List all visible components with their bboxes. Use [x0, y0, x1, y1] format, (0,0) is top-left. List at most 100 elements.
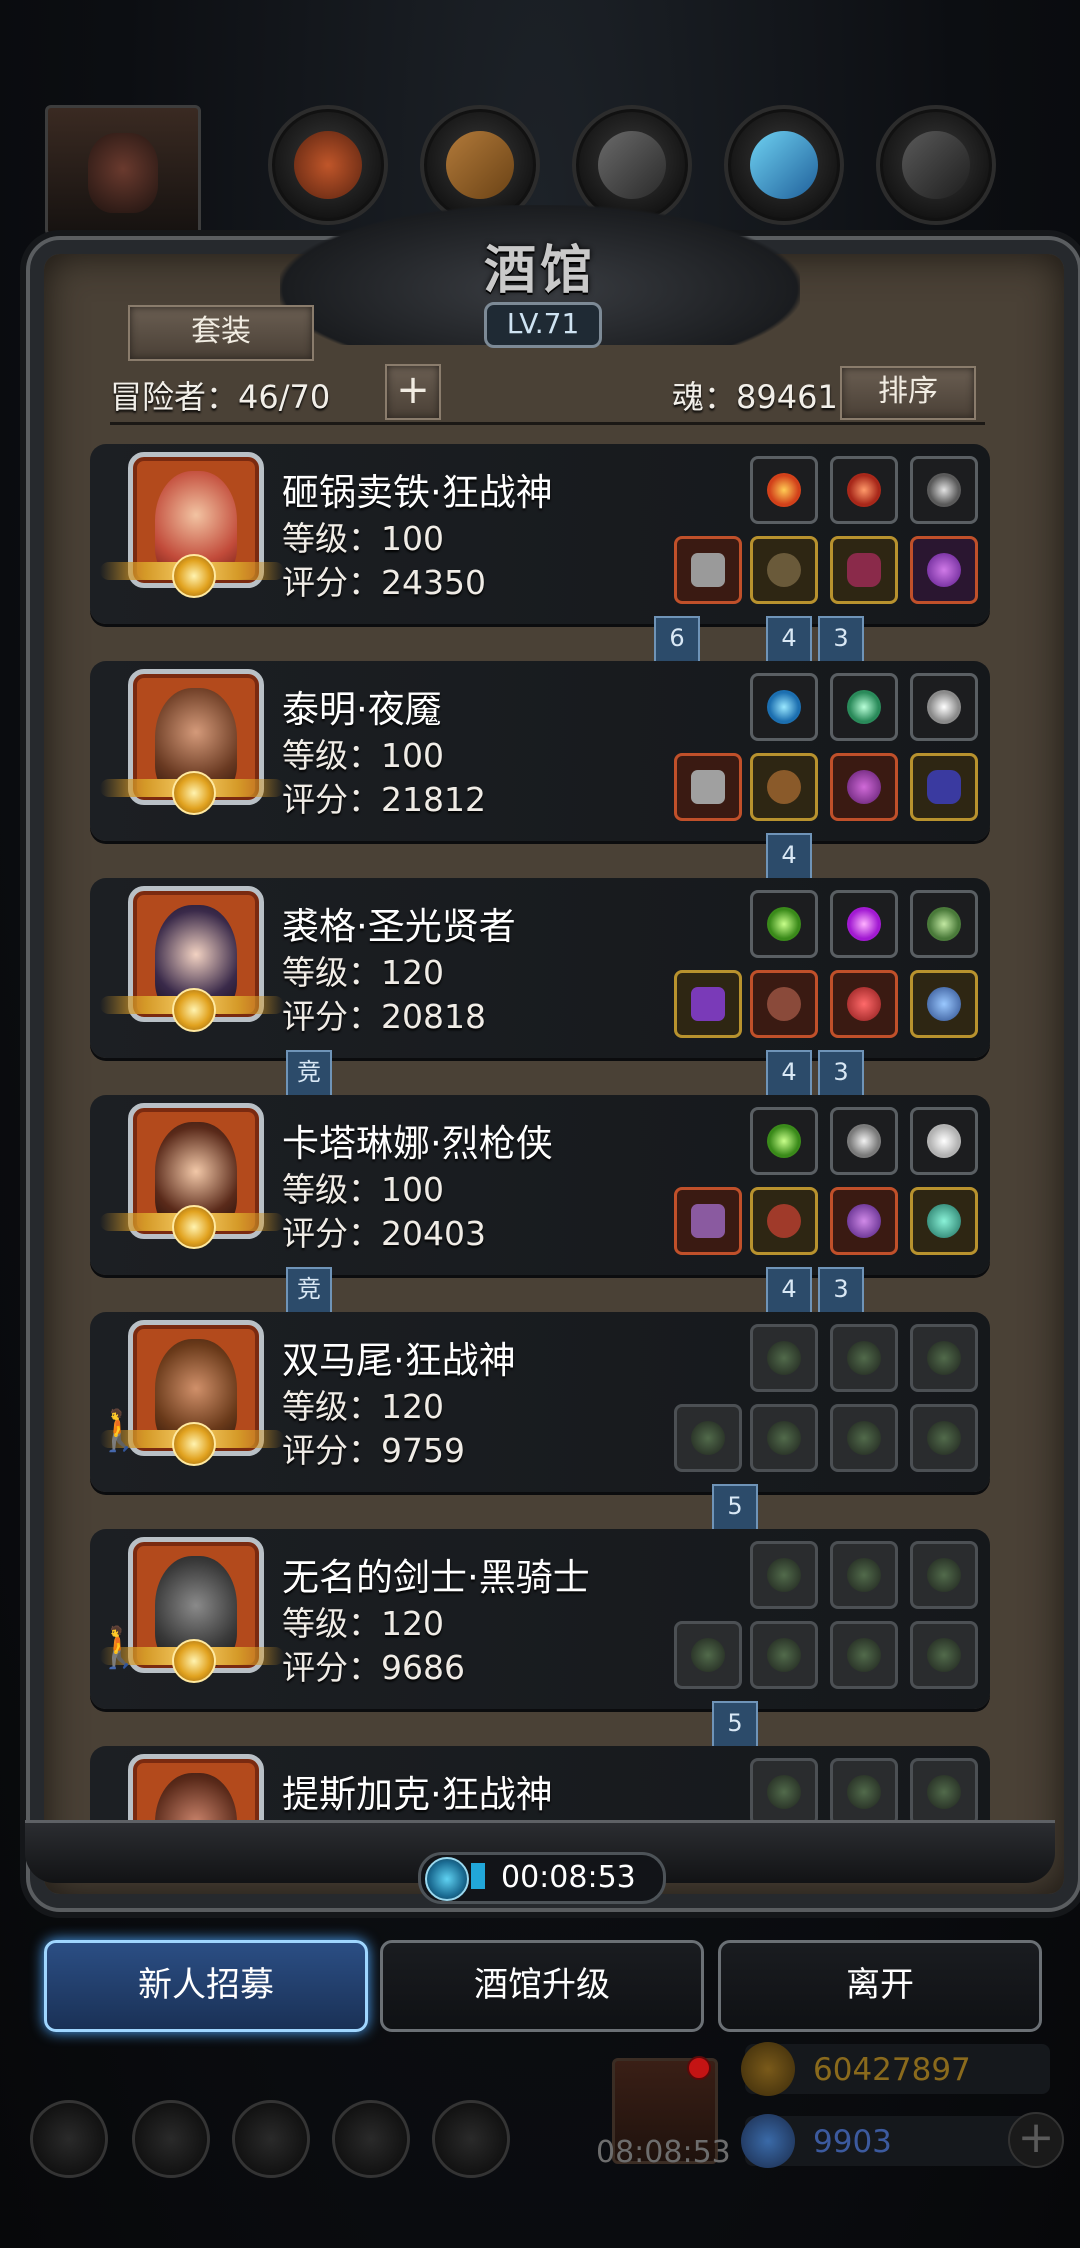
empty-rune-slot[interactable] — [830, 1541, 898, 1609]
timer-progress-bar — [471, 1863, 485, 1889]
hero-score: 评分：20818 — [282, 997, 486, 1036]
hero-rank-emblem — [172, 771, 216, 815]
equip-slot-fire-gem[interactable] — [750, 456, 818, 524]
empty-ring-slot[interactable] — [910, 1621, 978, 1689]
equip-slot-blue-gem[interactable] — [750, 673, 818, 741]
adventurer-count: 冒险者：46/70 — [110, 378, 331, 416]
hero-level: 等级：120 — [282, 1387, 444, 1426]
empty-armor-slot[interactable] — [750, 1404, 818, 1472]
hero-card[interactable]: 卡塔琳娜·烈枪侠 等级：100 评分：20403 — [90, 1095, 990, 1275]
equip-slot-lance[interactable] — [674, 1187, 742, 1255]
hero-rank-emblem — [172, 554, 216, 598]
empty-rune-slot[interactable] — [830, 1758, 898, 1825]
hero-level: 等级：100 — [282, 519, 444, 558]
equip-slot-blade[interactable] — [830, 1107, 898, 1175]
equip-slot-armor[interactable] — [750, 753, 818, 821]
equip-slot-horn[interactable] — [910, 673, 978, 741]
recruit-button[interactable]: 新人招募 — [44, 1940, 368, 2032]
empty-gem-slot[interactable] — [750, 1324, 818, 1392]
sort-button[interactable]: 排序 — [840, 366, 976, 420]
equip-slot-belt[interactable] — [910, 753, 978, 821]
hero-name: 无名的剑士·黑骑士 — [282, 1556, 590, 1599]
empty-ring-slot[interactable] — [830, 1621, 898, 1689]
hero-name: 砸锅卖铁·狂战神 — [282, 471, 553, 514]
equip-slot-helmet[interactable] — [830, 1187, 898, 1255]
hero-score: 评分：21812 — [282, 780, 486, 819]
equip-slot-red-gem[interactable] — [830, 456, 898, 524]
add-diamond-button[interactable]: + — [1008, 2112, 1064, 2168]
equip-slot-belt[interactable] — [830, 536, 898, 604]
equip-slot-potion[interactable] — [830, 970, 898, 1038]
achievement-icon[interactable] — [132, 2100, 210, 2178]
settings-icon[interactable] — [30, 2100, 108, 2178]
add-slot-button[interactable]: + — [385, 364, 441, 420]
upgrade-tavern-button[interactable]: 酒馆升级 — [380, 1940, 704, 2032]
equip-slot-armor[interactable] — [750, 536, 818, 604]
empty-rune-slot[interactable] — [830, 1324, 898, 1392]
hero-card[interactable]: 🚶 双马尾·狂战神 等级：120 评分：9759 — [90, 1312, 990, 1492]
equip-slot-rune[interactable] — [910, 456, 978, 524]
equip-slot-necklace[interactable] — [910, 970, 978, 1038]
empty-rune-slot[interactable] — [910, 1541, 978, 1609]
header-divider — [110, 422, 985, 425]
empty-weapon-slot[interactable] — [674, 1404, 742, 1472]
empty-ring-slot[interactable] — [910, 1404, 978, 1472]
equip-slot-bracer[interactable] — [910, 1187, 978, 1255]
battle-icon[interactable] — [432, 2100, 510, 2178]
diamond-icon — [741, 2114, 795, 2168]
mail-icon[interactable] — [332, 2100, 410, 2178]
stone-resource-slot[interactable] — [876, 105, 996, 225]
soul-count: 魂：89461 — [672, 378, 838, 416]
empty-gem-slot[interactable] — [750, 1758, 818, 1825]
hero-name: 提斯加克·狂战神 — [282, 1773, 553, 1816]
equip-slot-robe[interactable] — [750, 970, 818, 1038]
equip-slot-green-gem[interactable] — [750, 1107, 818, 1175]
equip-slot-staff[interactable] — [674, 970, 742, 1038]
hero-list[interactable]: 砸锅卖铁·狂战神 等级：100 评分：24350 6 4 3 泰明·夜魇 等级：… — [80, 440, 1000, 1825]
gold-amount: 60427897 — [813, 2052, 971, 2088]
hero-card[interactable]: 🚶 无名的剑士·黑骑士 等级：120 评分：9686 — [90, 1529, 990, 1709]
leave-button[interactable]: 离开 — [718, 1940, 1042, 2032]
hero-name: 泰明·夜魇 — [282, 688, 442, 731]
equip-slot-helmet[interactable] — [910, 536, 978, 604]
empty-rune-slot[interactable] — [910, 1758, 978, 1825]
guild-icon[interactable] — [232, 2100, 310, 2178]
equip-slot-axe[interactable] — [674, 536, 742, 604]
hero-card[interactable]: 提斯加克·狂战神 — [90, 1746, 990, 1825]
hero-level: 等级：100 — [282, 1170, 444, 1209]
hero-level: 等级：100 — [282, 736, 444, 775]
hero-name: 双马尾·狂战神 — [282, 1339, 516, 1382]
empty-armor-slot[interactable] — [750, 1621, 818, 1689]
panel-title: 酒馆 — [483, 241, 596, 301]
equip-slot-lantern[interactable] — [830, 673, 898, 741]
equip-slot-armor[interactable] — [750, 1187, 818, 1255]
hero-card[interactable]: 砸锅卖铁·狂战神 等级：100 评分：24350 — [90, 444, 990, 624]
equip-slot-spear[interactable] — [674, 753, 742, 821]
clock-icon — [425, 1857, 469, 1901]
empty-ring-slot[interactable] — [830, 1404, 898, 1472]
equip-slot-leaf[interactable] — [910, 890, 978, 958]
walking-figure-icon: 🚶 — [94, 1625, 144, 1671]
equip-slot-purple-crystal[interactable] — [830, 890, 898, 958]
hero-rank-emblem — [172, 1205, 216, 1249]
hero-name: 裘格·圣光贤者 — [282, 905, 516, 948]
hero-score: 评分：20403 — [282, 1214, 486, 1253]
diamond-bar: 9903 — [741, 2114, 1050, 2168]
empty-gem-slot[interactable] — [750, 1541, 818, 1609]
equip-slot-green-gem[interactable] — [750, 890, 818, 958]
empty-rune-slot[interactable] — [910, 1324, 978, 1392]
hero-portrait — [128, 1754, 264, 1825]
set-button[interactable]: 套装 — [128, 305, 314, 361]
equip-slot-amulet[interactable] — [830, 753, 898, 821]
player-avatar[interactable] — [45, 105, 201, 236]
equip-slot-wing[interactable] — [910, 1107, 978, 1175]
hero-card[interactable]: 泰明·夜魇 等级：100 评分：21812 — [90, 661, 990, 841]
hero-card[interactable]: 裘格·圣光贤者 等级：120 评分：20818 — [90, 878, 990, 1058]
gold-bar: 60427897 — [741, 2042, 1050, 2096]
hero-score: 评分：9686 — [282, 1648, 465, 1687]
notification-dot — [687, 2056, 711, 2080]
hero-rank-emblem — [172, 1639, 216, 1683]
hero-score: 评分：9759 — [282, 1431, 465, 1470]
empty-weapon-slot[interactable] — [674, 1621, 742, 1689]
hero-name: 卡塔琳娜·烈枪侠 — [282, 1122, 553, 1165]
